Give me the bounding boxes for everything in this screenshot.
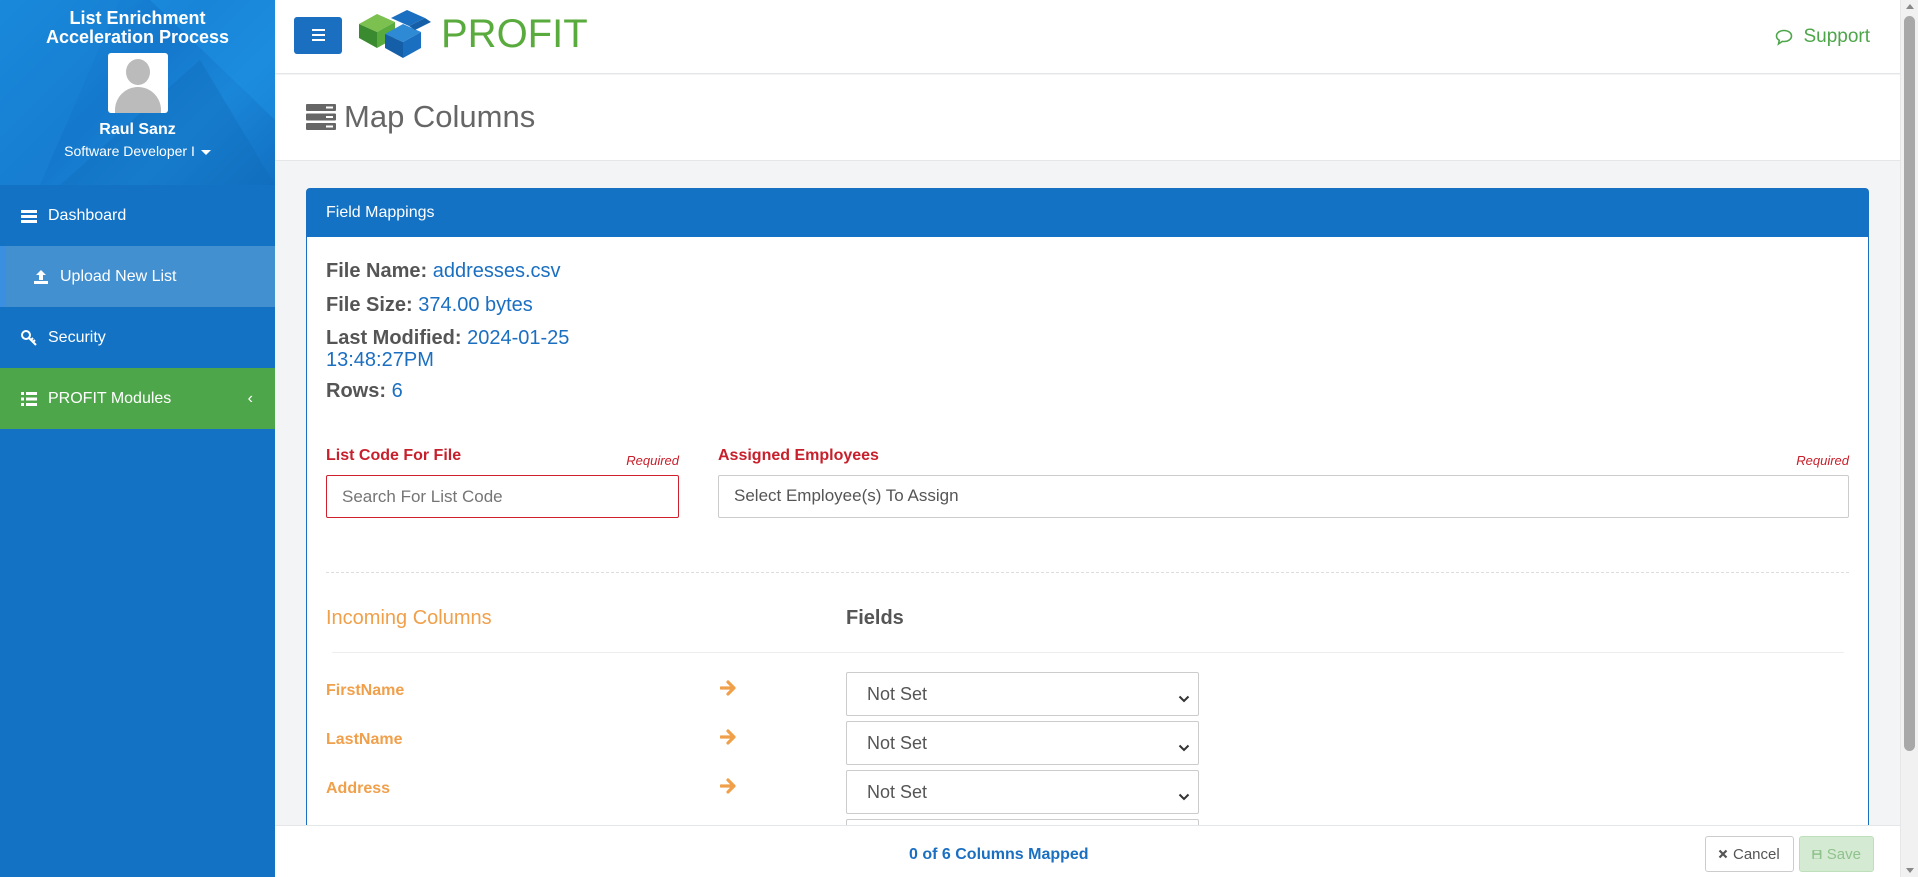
file-name-info: File Name: addresses.csv: [326, 260, 561, 282]
logo: PROFIT: [355, 8, 588, 60]
rows-info: Rows: 6: [326, 380, 403, 402]
sidebar-item-profit-modules[interactable]: PROFIT Modules ‹: [0, 368, 275, 429]
arrow-right-icon: [719, 680, 738, 701]
save-label: Save: [1826, 845, 1861, 863]
divider: [332, 652, 1844, 653]
field-select[interactable]: Not Set: [846, 672, 1199, 716]
sidebar-header: List Enrichment Acceleration Process Rau…: [0, 0, 275, 185]
cancel-button[interactable]: Cancel: [1705, 836, 1794, 872]
key-icon: [20, 329, 38, 346]
logo-text: PROFIT: [441, 11, 588, 56]
assigned-employees-required: Required: [1796, 453, 1849, 468]
rows-value: 6: [391, 380, 403, 402]
chat-bubble-icon: [1776, 29, 1793, 46]
page-scrollbar[interactable]: [1900, 0, 1918, 877]
chevron-down-icon: [1178, 688, 1190, 709]
cancel-label: Cancel: [1733, 845, 1780, 863]
app-title-line1: List Enrichment: [69, 8, 206, 28]
scroll-down-arrow-icon[interactable]: [1906, 868, 1914, 873]
list-icon: [20, 391, 38, 406]
file-size-value: 374.00 bytes: [418, 294, 533, 316]
topbar: PROFIT Support: [275, 0, 1900, 74]
panel-title: Field Mappings: [307, 189, 1868, 237]
avatar: [107, 53, 168, 113]
field-mappings-panel: Field Mappings File Name: addresses.csv …: [306, 188, 1869, 877]
dashboard-icon: [20, 209, 38, 223]
sidebar-item-security[interactable]: Security: [0, 307, 275, 368]
user-role-dropdown[interactable]: Software Developer I: [0, 143, 275, 159]
scrollbar-thumb[interactable]: [1904, 16, 1915, 751]
chevron-down-icon: [1178, 786, 1190, 807]
scroll-up-arrow-icon[interactable]: [1906, 4, 1914, 9]
list-code-group: List Code For File Required: [326, 447, 679, 518]
save-button[interactable]: Save: [1799, 836, 1874, 872]
menu-toggle-button[interactable]: [294, 17, 342, 54]
footer-bar: 0 of 6 Columns Mapped Cancel Save: [275, 825, 1900, 877]
incoming-column-name: Address: [326, 780, 391, 797]
upload-icon: [32, 269, 50, 285]
mapping-row: LastName Not Set: [326, 721, 1226, 765]
app-title: List Enrichment Acceleration Process: [0, 0, 275, 47]
fields-header: Fields: [846, 607, 904, 629]
sidebar: List Enrichment Acceleration Process Rau…: [0, 0, 275, 877]
sidebar-item-label: Dashboard: [48, 206, 127, 224]
sidebar-item-dashboard[interactable]: Dashboard: [0, 185, 275, 246]
field-select[interactable]: Not Set: [846, 770, 1199, 814]
page-title-text: Map Columns: [344, 99, 536, 134]
list-code-required: Required: [626, 453, 679, 468]
mapping-row: FirstName Not Set: [326, 672, 1226, 716]
arrow-right-icon: [719, 729, 738, 750]
mapped-status: 0 of 6 Columns Mapped: [909, 846, 1089, 863]
user-role-label: Software Developer I: [64, 143, 195, 159]
assigned-employees-label: Assigned Employees: [718, 447, 879, 464]
incoming-column-name: LastName: [326, 731, 403, 748]
page-header: Map Columns: [275, 75, 1900, 161]
sidebar-item-label: PROFIT Modules: [48, 389, 172, 407]
arrow-right-icon: [719, 778, 738, 799]
logo-cubes-icon: [359, 10, 431, 58]
floppy-disk-icon: [1812, 849, 1822, 859]
sidebar-item-upload-new-list[interactable]: Upload New List: [0, 246, 275, 307]
last-modified-time: 13:48:27PM: [326, 349, 434, 371]
assigned-employees-group: Assigned Employees Required Select Emplo…: [718, 447, 1849, 518]
support-link[interactable]: Support: [1775, 26, 1870, 48]
chevron-left-icon: ‹: [247, 389, 253, 407]
chevron-down-icon: [1178, 737, 1190, 758]
server-icon: [306, 104, 336, 130]
incoming-columns-header: Incoming Columns: [326, 607, 492, 629]
field-select[interactable]: Not Set: [846, 721, 1199, 765]
last-modified-date: 2024-01-25: [467, 327, 570, 349]
assigned-employees-select[interactable]: Select Employee(s) To Assign: [718, 475, 1849, 518]
caret-down-icon: [200, 149, 211, 155]
mapping-row: Address Not Set: [326, 770, 1226, 814]
incoming-column-name: FirstName: [326, 682, 405, 699]
app-title-line2: Acceleration Process: [45, 27, 230, 47]
file-size-info: File Size: 374.00 bytes: [326, 294, 533, 316]
user-name: Raul Sanz: [99, 121, 176, 138]
divider: [326, 572, 1849, 573]
file-name-value: addresses.csv: [432, 260, 561, 282]
last-modified-info: Last Modified: 2024-01-25 13:48:27PM: [326, 327, 570, 371]
close-icon: [1718, 849, 1728, 859]
page-title: Map Columns: [306, 99, 535, 135]
list-code-search-input[interactable]: [326, 475, 679, 518]
support-label: Support: [1803, 26, 1870, 47]
panel-body: File Name: addresses.csv File Size: 374.…: [307, 237, 1868, 863]
sidebar-item-label: Security: [48, 328, 106, 346]
sidebar-item-label: Upload New List: [60, 267, 177, 285]
